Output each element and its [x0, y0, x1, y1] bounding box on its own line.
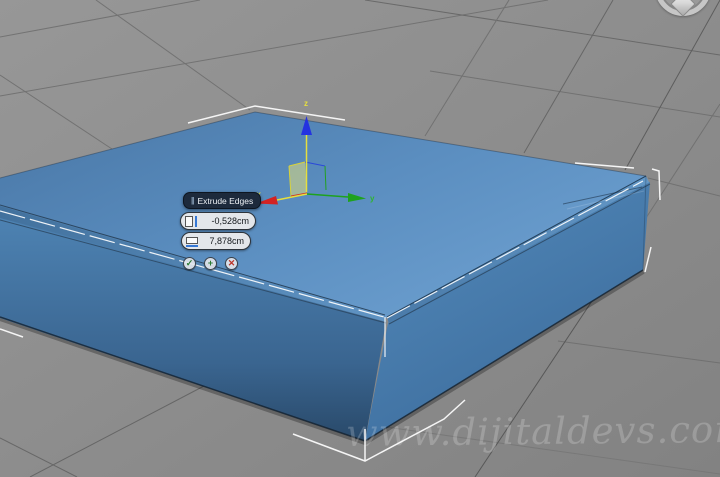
gizmo-z-label: z [304, 99, 308, 108]
gizmo-plane-xz[interactable] [288, 161, 308, 197]
apply-and-continue-button[interactable]: + [204, 257, 217, 270]
caddy-title-bar[interactable]: || Extrude Edges [183, 192, 262, 209]
gizmo-y-label: y [370, 194, 375, 203]
extrude-height-value[interactable]: -0,528cm [211, 216, 249, 226]
home-cube-icon [670, 0, 696, 17]
extrude-height-field[interactable]: -0,528cm [180, 212, 256, 230]
viewport[interactable]: z x y www.dijitaldevs.com || Extrude Edg… [0, 0, 720, 477]
viewport-canvas[interactable]: z x y [0, 0, 720, 477]
ok-button[interactable]: ✓ [183, 257, 196, 270]
extrude-base-width-icon [186, 236, 199, 247]
caddy-buttons: ✓ + ✕ [183, 257, 238, 270]
drag-handle-icon[interactable]: || [191, 196, 195, 205]
caddy-title-label: Extrude Edges [197, 195, 254, 206]
cancel-button[interactable]: ✕ [225, 257, 238, 270]
extrude-height-icon [185, 215, 197, 227]
extrude-base-width-field[interactable]: 7,878cm [181, 232, 251, 250]
extrude-base-width-value[interactable]: 7,878cm [209, 236, 244, 246]
